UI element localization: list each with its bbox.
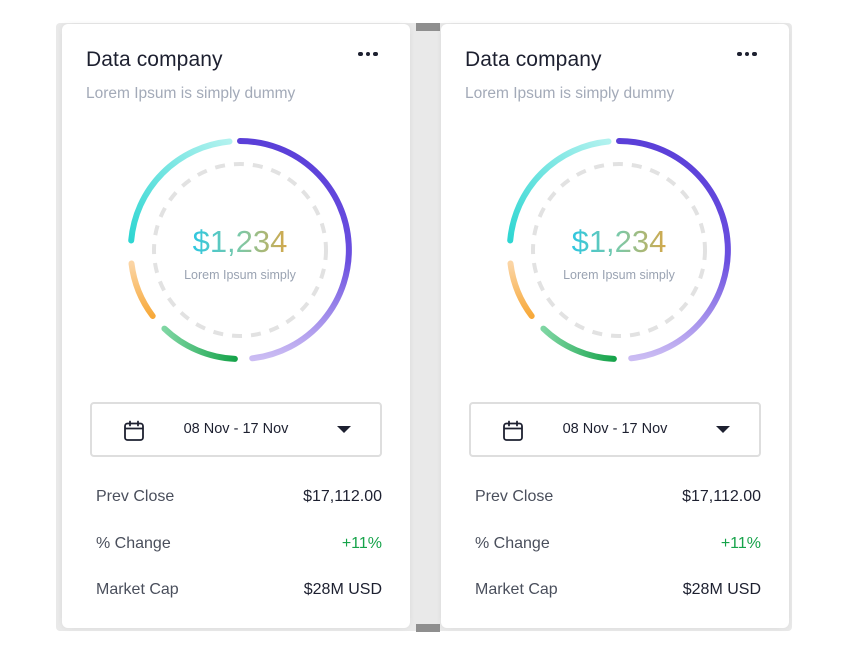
- caret-down-icon: [337, 426, 351, 433]
- more-horizontal-icon: [358, 51, 378, 57]
- caret-down-icon: [716, 426, 730, 433]
- donut-center-value: $1,234: [126, 224, 354, 260]
- stat-label: Market Cap: [96, 581, 179, 598]
- stat-value: +11%: [341, 535, 382, 552]
- date-range-dropdown[interactable]: 08 Nov - 17 Nov: [90, 402, 382, 457]
- stat-row-percent-change: % Change +11%: [475, 535, 761, 557]
- stat-row-prev-close: Prev Close $17,112.00: [96, 488, 382, 510]
- stat-value: +11%: [720, 535, 761, 552]
- donut-center-value: $1,234: [505, 224, 733, 260]
- donut-value-text: $1,234: [192, 224, 288, 259]
- backdrop-divider-bottom: [416, 624, 440, 632]
- stat-label: Prev Close: [475, 488, 554, 505]
- ring-segment-green: [161, 325, 238, 362]
- donut-value-text: $1,234: [571, 224, 667, 259]
- more-options-button[interactable]: [735, 46, 759, 62]
- card-title: Data company: [465, 48, 602, 71]
- stat-row-prev-close: Prev Close $17,112.00: [475, 488, 761, 510]
- stat-label: % Change: [96, 535, 171, 552]
- card-subtitle: Lorem Ipsum is simply dummy: [86, 85, 296, 102]
- date-range-dropdown[interactable]: 08 Nov - 17 Nov: [469, 402, 761, 457]
- stat-value: $17,112.00: [303, 488, 382, 505]
- data-company-card: Data company Lorem Ipsum is simply dummy: [62, 24, 410, 628]
- stat-value: $28M USD: [303, 581, 382, 598]
- stat-label: Market Cap: [475, 581, 558, 598]
- card-subtitle: Lorem Ipsum is simply dummy: [465, 85, 675, 102]
- stat-row-market-cap: Market Cap $28M USD: [475, 581, 761, 603]
- backdrop-divider-top: [416, 23, 440, 31]
- ring-segment-green: [540, 325, 617, 362]
- stat-label: % Change: [475, 535, 550, 552]
- stat-value: $28M USD: [682, 581, 761, 598]
- stat-row-percent-change: % Change +11%: [96, 535, 382, 557]
- donut-center-label: Lorem Ipsum simply: [184, 268, 296, 282]
- stat-label: Prev Close: [96, 488, 175, 505]
- donut-center-label: Lorem Ipsum simply: [563, 268, 675, 282]
- data-company-card: Data company Lorem Ipsum is simply dummy: [441, 24, 789, 628]
- donut-chart: $1,234 Lorem Ipsum simply: [126, 136, 354, 364]
- donut-chart: $1,234 Lorem Ipsum simply: [505, 136, 733, 364]
- more-horizontal-icon: [737, 51, 757, 57]
- stat-value: $17,112.00: [682, 488, 761, 505]
- stat-row-market-cap: Market Cap $28M USD: [96, 581, 382, 603]
- card-title: Data company: [86, 48, 223, 71]
- more-options-button[interactable]: [356, 46, 380, 62]
